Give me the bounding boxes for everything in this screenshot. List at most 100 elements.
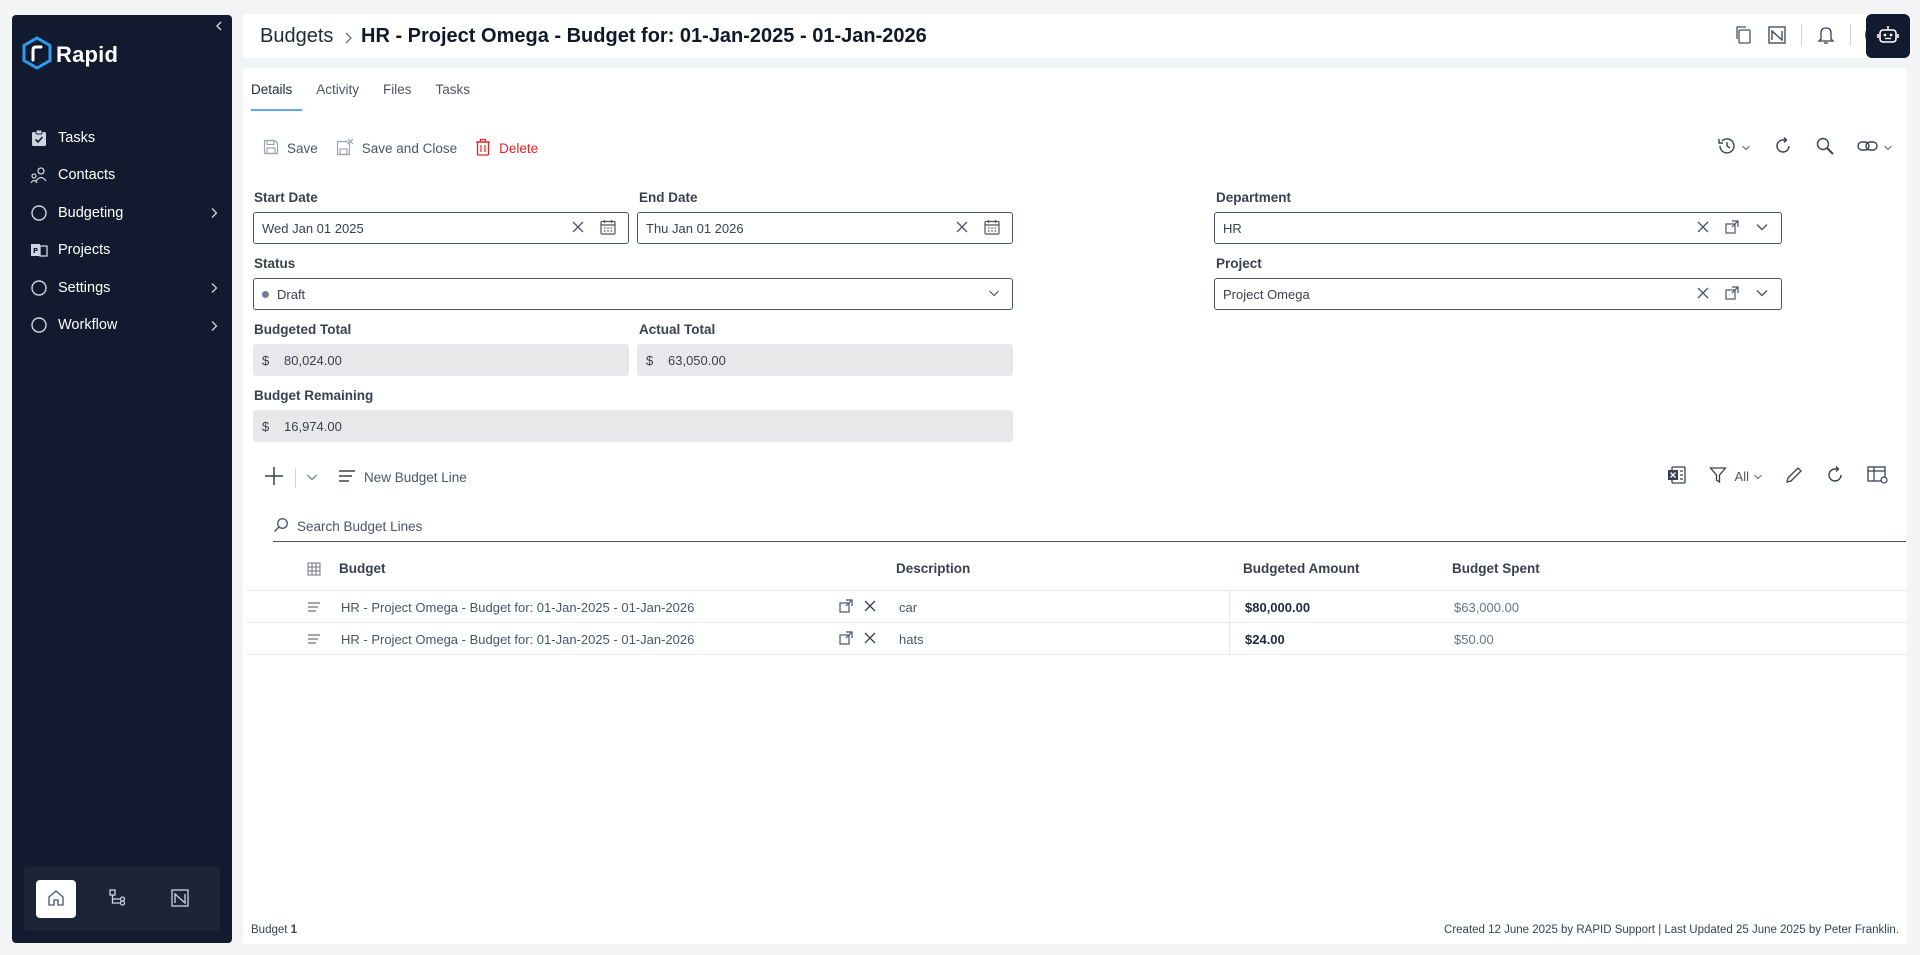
calendar-icon[interactable] <box>984 219 1000 238</box>
budgeted-total-value: 80,024.00 <box>284 352 342 368</box>
cell-budget-spent: $50.00 <box>1454 632 1494 647</box>
link-dropdown[interactable] <box>1857 138 1893 157</box>
column-divider <box>1229 623 1230 655</box>
calendar-icon[interactable] <box>600 219 616 238</box>
column-settings-icon[interactable] <box>1867 465 1889 488</box>
robot-icon <box>1876 23 1900 50</box>
chevron-right-icon <box>208 206 220 218</box>
clear-icon[interactable] <box>1697 221 1709 236</box>
department-field[interactable]: HR <box>1214 212 1782 244</box>
cell-description[interactable]: car <box>899 600 917 615</box>
grid-select-all-icon[interactable] <box>307 562 321 579</box>
department-label: Department <box>1216 190 1292 205</box>
filter-dropdown[interactable]: All <box>1708 466 1763 487</box>
grid-toolbar-right: All <box>1667 465 1889 488</box>
sidebar: Rapid Tasks Contacts Budgeting P Project… <box>12 15 232 943</box>
home-button[interactable] <box>36 880 76 918</box>
column-header-description[interactable]: Description <box>896 561 970 576</box>
cell-description[interactable]: hats <box>899 632 924 647</box>
open-external-icon[interactable] <box>839 631 853 648</box>
sidebar-item-contacts[interactable]: Contacts <box>12 157 232 195</box>
department-value: HR <box>1223 220 1242 236</box>
new-budget-line-button[interactable]: New Budget Line <box>338 469 467 486</box>
chevron-down-icon[interactable] <box>1755 286 1769 303</box>
history-icon <box>1717 136 1737 159</box>
refresh-button[interactable] <box>1773 136 1793 159</box>
remove-row-icon[interactable] <box>863 631 877 648</box>
open-external-icon[interactable] <box>839 599 853 616</box>
tab-files[interactable]: Files <box>371 82 424 111</box>
sidebar-item-workflow[interactable]: Workflow <box>12 307 232 345</box>
record-count-label: Budget <box>251 924 288 936</box>
add-options-dropdown[interactable] <box>306 470 318 486</box>
workflow-button[interactable] <box>98 880 138 918</box>
budget-remaining-label: Budget Remaining <box>254 388 374 403</box>
excel-export-icon[interactable] <box>1667 465 1687 488</box>
start-date-label: Start Date <box>254 190 318 205</box>
row-menu-icon[interactable] <box>307 601 321 616</box>
edit-pencil-icon[interactable] <box>1785 466 1803 487</box>
assistant-button[interactable] <box>1866 14 1910 58</box>
magnifier-icon <box>1815 136 1835 159</box>
remove-row-icon[interactable] <box>863 599 877 616</box>
sidebar-bottom-bar <box>24 867 220 931</box>
tab-details[interactable]: Details <box>251 82 304 111</box>
chevron-down-icon <box>1741 140 1751 156</box>
report-button[interactable] <box>160 880 200 918</box>
start-date-value: Wed Jan 01 2025 <box>262 220 364 236</box>
cell-budgeted-amount[interactable]: $80,000.00 <box>1245 600 1310 615</box>
grid-toolbar: New Budget Line <box>263 465 467 490</box>
column-divider <box>1229 591 1230 623</box>
sidebar-item-tasks[interactable]: Tasks <box>12 119 232 157</box>
chevron-down-icon[interactable] <box>1755 220 1769 237</box>
status-value: Draft <box>277 286 306 302</box>
start-date-field[interactable]: Wed Jan 01 2025 <box>253 212 629 244</box>
clear-icon[interactable] <box>572 221 584 236</box>
column-header-budget-spent[interactable]: Budget Spent <box>1452 561 1540 576</box>
workflow-icon <box>108 888 128 911</box>
inspect-button[interactable] <box>1815 136 1835 159</box>
app-logo[interactable]: Rapid <box>22 36 118 73</box>
end-date-label: End Date <box>639 190 698 205</box>
open-external-icon[interactable] <box>1725 219 1739 237</box>
collapse-sidebar-icon[interactable] <box>212 19 226 33</box>
page-title: HR - Project Omega - Budget for: 01-Jan-… <box>361 25 927 47</box>
budget-remaining-value: 16,974.00 <box>284 418 342 434</box>
column-header-budgeted-amount[interactable]: Budgeted Amount <box>1243 561 1359 576</box>
save-button[interactable]: Save <box>263 139 318 158</box>
end-date-field[interactable]: Thu Jan 01 2026 <box>637 212 1013 244</box>
bell-icon[interactable] <box>1816 24 1836 46</box>
sidebar-item-settings[interactable]: Settings <box>12 269 232 307</box>
currency-symbol: $ <box>262 418 270 434</box>
refresh-icon <box>1773 136 1793 159</box>
column-header-budget[interactable]: Budget <box>339 561 386 576</box>
chevron-right-icon <box>208 281 220 293</box>
row-menu-icon[interactable] <box>307 633 321 648</box>
search-input[interactable]: Search Budget Lines <box>297 519 422 534</box>
report-icon[interactable] <box>1767 24 1787 46</box>
cell-budget[interactable]: HR - Project Omega - Budget for: 01-Jan-… <box>341 600 694 615</box>
add-line-button[interactable] <box>263 465 285 490</box>
lines-icon <box>338 469 356 486</box>
grid-refresh-icon[interactable] <box>1825 465 1845 488</box>
cell-budgeted-amount[interactable]: $24.00 <box>1245 632 1285 647</box>
cell-budget[interactable]: HR - Project Omega - Budget for: 01-Jan-… <box>341 632 694 647</box>
search-budget-lines[interactable]: Search Budget Lines <box>273 512 1906 542</box>
project-field[interactable]: Project Omega <box>1214 278 1782 310</box>
open-external-icon[interactable] <box>1725 285 1739 303</box>
sidebar-item-budgeting[interactable]: Budgeting <box>12 194 232 232</box>
breadcrumb-root[interactable]: Budgets <box>260 25 333 48</box>
delete-button[interactable]: Delete <box>475 138 538 159</box>
copy-icon[interactable] <box>1733 24 1753 46</box>
status-select[interactable]: Draft <box>253 278 1013 310</box>
table-row[interactable]: HR - Project Omega - Budget for: 01-Jan-… <box>247 591 1907 623</box>
tab-activity[interactable]: Activity <box>304 82 371 111</box>
tab-tasks[interactable]: Tasks <box>424 82 483 111</box>
table-row[interactable]: HR - Project Omega - Budget for: 01-Jan-… <box>247 623 1907 655</box>
history-dropdown[interactable] <box>1717 136 1751 159</box>
clear-icon[interactable] <box>1697 287 1709 302</box>
sidebar-item-projects[interactable]: P Projects <box>12 232 232 270</box>
save-and-close-button[interactable]: Save and Close <box>336 138 457 159</box>
new-budget-line-label: New Budget Line <box>364 470 467 485</box>
clear-icon[interactable] <box>956 221 968 236</box>
